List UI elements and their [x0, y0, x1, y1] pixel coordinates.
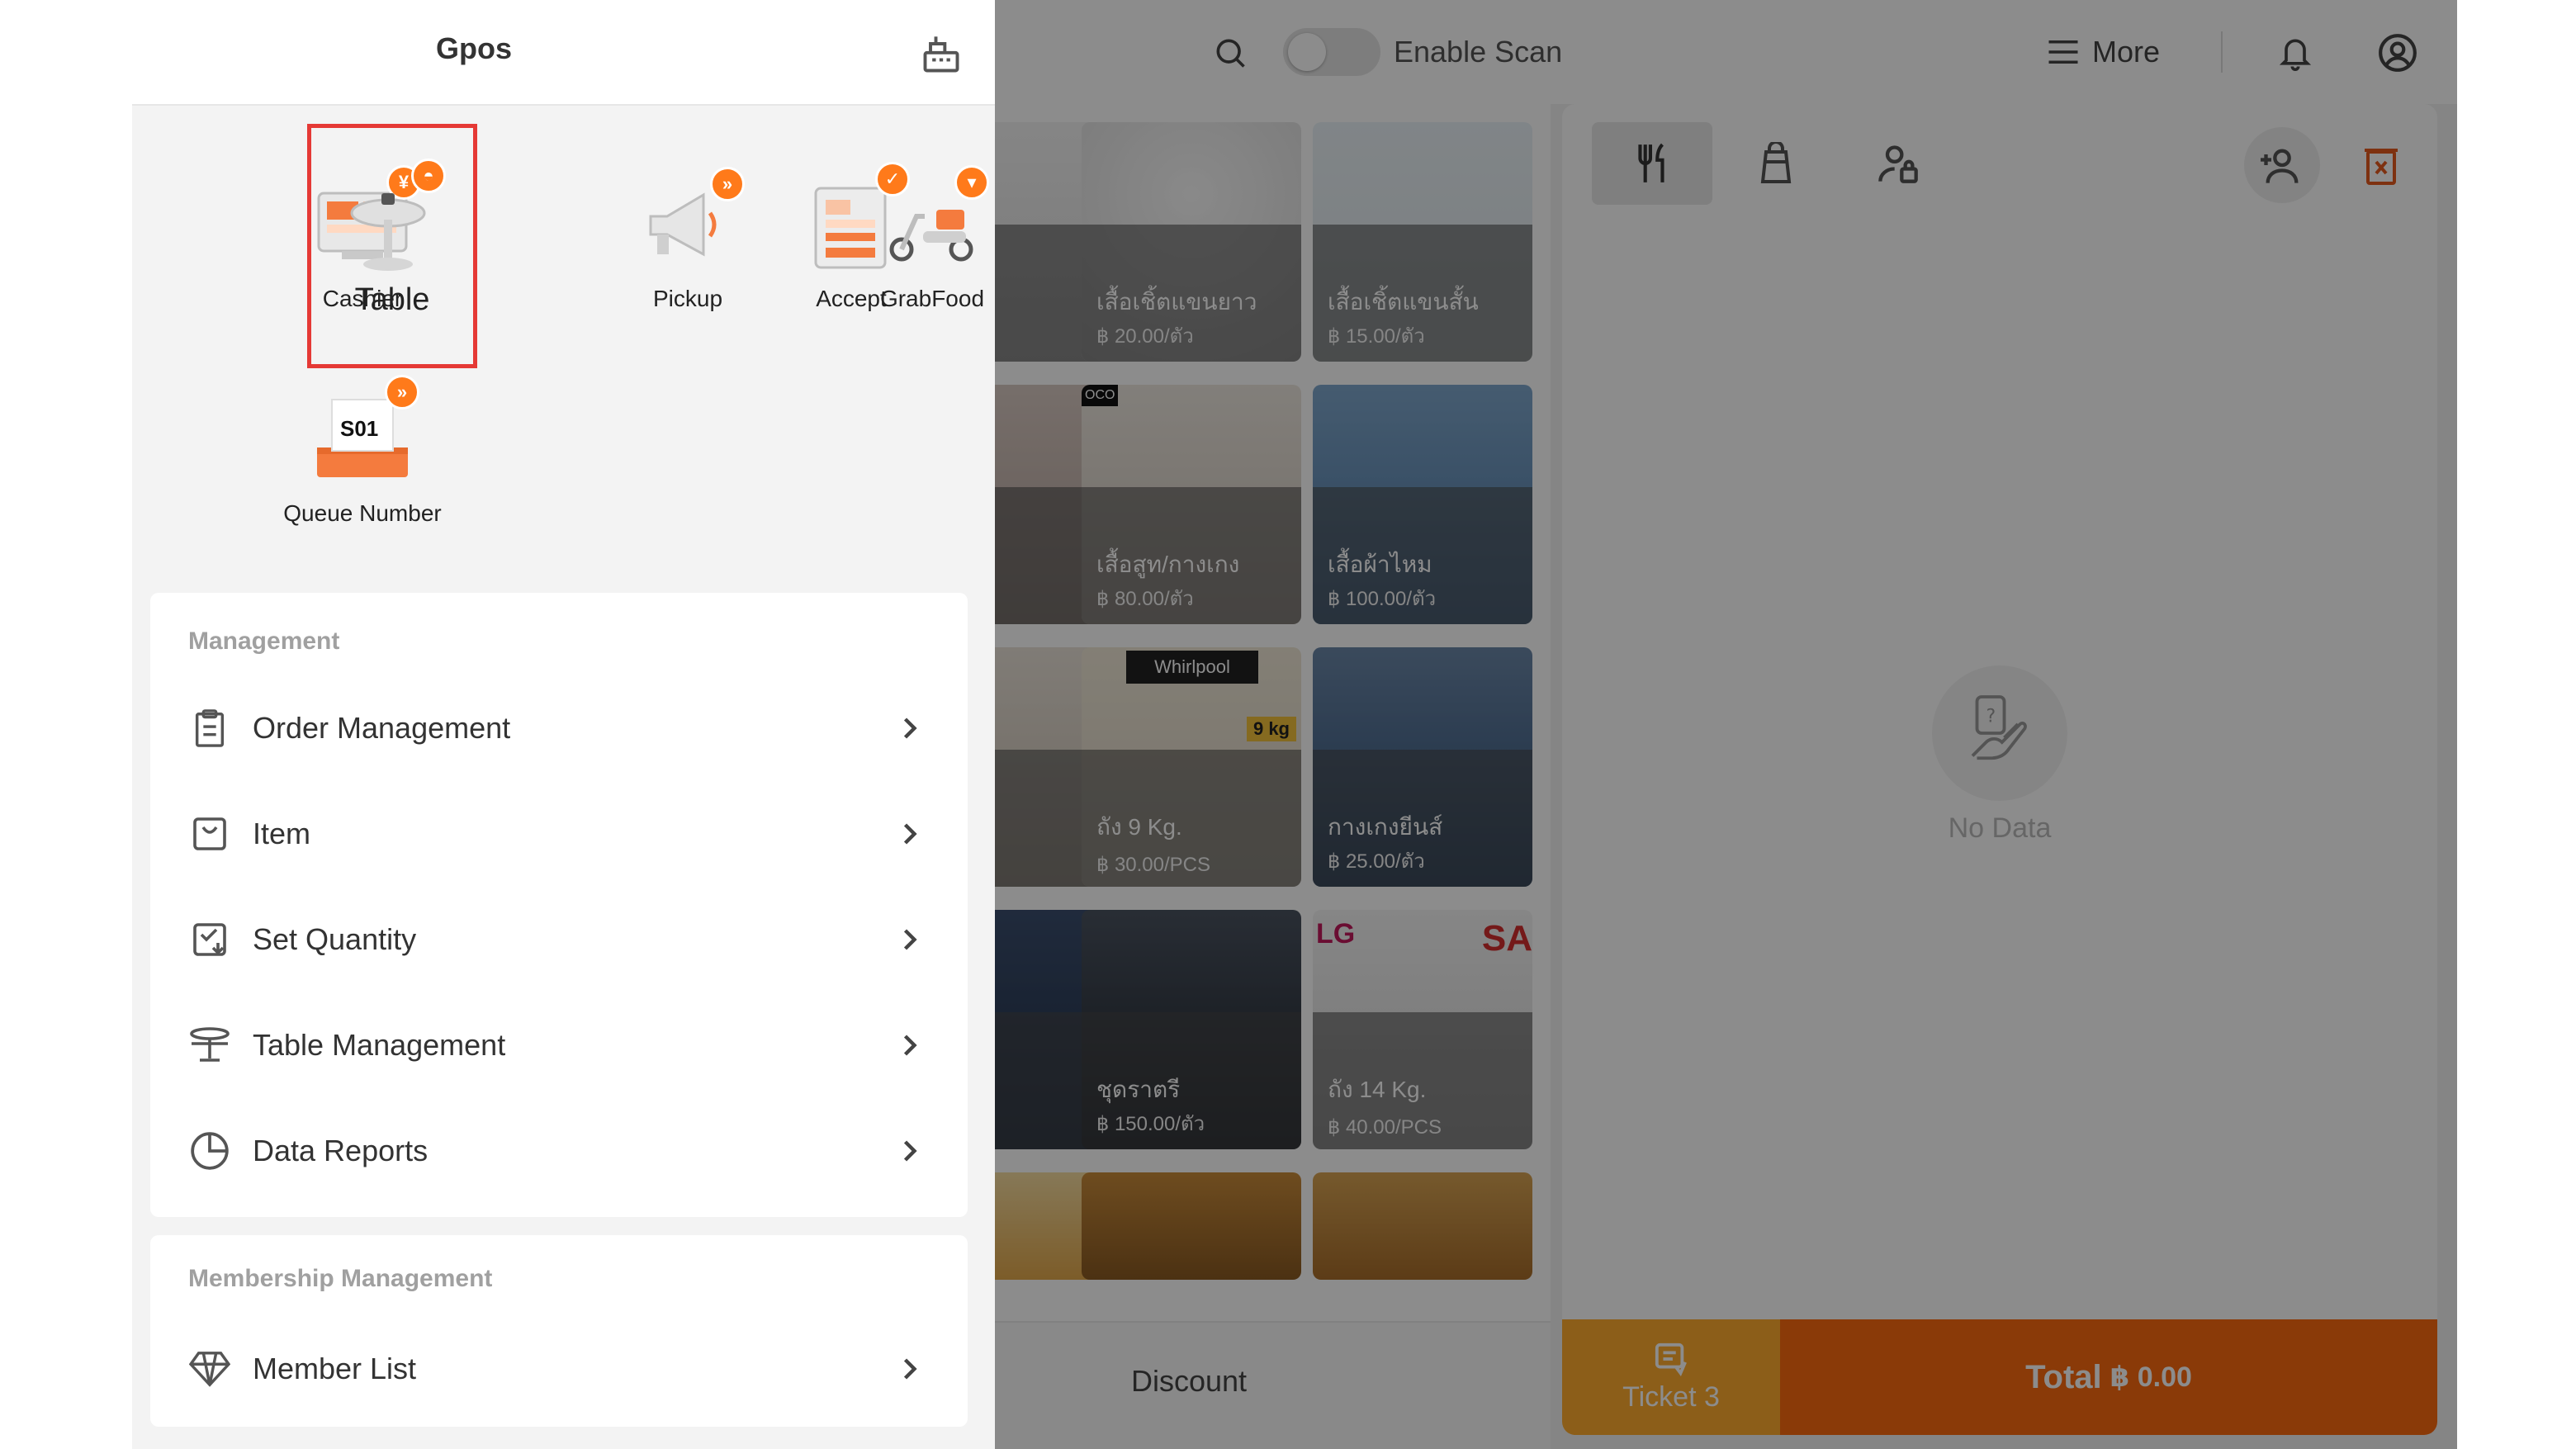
chevron-right-icon — [893, 817, 926, 850]
app-label: Table — [354, 282, 430, 317]
membership-heading: Membership Management — [188, 1265, 493, 1292]
chevron-right-icon — [893, 923, 926, 956]
bell-service-icon: ◓ — [411, 159, 446, 193]
app-drawer: Gpos ¥ Cashier ◓ Table » Pickup ✓ Accept… — [132, 0, 995, 1449]
app-label: GrabFood — [879, 286, 985, 311]
pie-chart-icon — [188, 1129, 231, 1172]
shield-icon: ▾ — [954, 165, 989, 200]
chevron-right-icon — [893, 712, 926, 745]
scooter-icon: ▾ — [878, 165, 989, 277]
menu-item-order-management[interactable]: Order Management — [150, 675, 968, 781]
app-tile-queue-number[interactable]: S01 » Queue Number — [283, 339, 442, 526]
chevron-right-icon — [893, 1134, 926, 1167]
app-tile-table[interactable]: ◓ Table — [314, 124, 471, 317]
queue-ticket-text: S01 — [340, 416, 379, 441]
menu-label: Item — [253, 817, 311, 850]
chevron-right-icon — [893, 1029, 926, 1062]
menu-label: Order Management — [253, 711, 511, 745]
app-label: Queue Number — [283, 500, 442, 526]
menu-item-set-quantity[interactable]: Set Quantity — [150, 887, 968, 992]
drawer-header: Gpos — [132, 0, 995, 106]
menu-label: Set Quantity — [253, 922, 417, 956]
membership-card: Membership Management Member List — [150, 1235, 968, 1427]
cash-register-icon — [923, 36, 959, 73]
management-heading: Management — [188, 627, 340, 655]
menu-label: Member List — [253, 1352, 417, 1385]
app-tile-grabfood[interactable]: ▾ GrabFood — [854, 124, 1011, 311]
app-label: Pickup — [652, 286, 723, 311]
clipboard-icon — [188, 707, 231, 750]
menu-label: Data Reports — [253, 1134, 429, 1167]
megaphone-icon: » — [634, 167, 745, 277]
menu-item-member-list[interactable]: Member List — [150, 1316, 968, 1422]
sound-icon: » — [710, 167, 745, 201]
table-icon: ◓ — [339, 159, 446, 277]
app-tile-pickup[interactable]: » Pickup — [609, 124, 766, 311]
set-quantity-icon — [188, 918, 231, 961]
drawer-title: Gpos — [435, 31, 512, 65]
table-outline-icon — [188, 1024, 231, 1067]
menu-label: Table Management — [253, 1028, 506, 1062]
cash-register-button[interactable] — [915, 28, 968, 81]
menu-item-item[interactable]: Item — [150, 781, 968, 887]
menu-item-data-reports[interactable]: Data Reports — [150, 1098, 968, 1204]
diamond-icon — [188, 1347, 231, 1390]
management-card: Management Order Management Item Set Qua… — [150, 593, 968, 1217]
pos-app: Enable Scan More เสื้อเชิ้ตแขนยาว฿ 20.00… — [132, 0, 2457, 1449]
menu-item-table-management[interactable]: Table Management — [150, 992, 968, 1098]
chevron-right-icon — [893, 1352, 926, 1385]
item-box-icon — [188, 812, 231, 855]
drawer-backdrop[interactable] — [995, 0, 2457, 1449]
queue-ticket-icon: S01 » — [309, 375, 419, 492]
sound-icon: » — [385, 375, 419, 410]
